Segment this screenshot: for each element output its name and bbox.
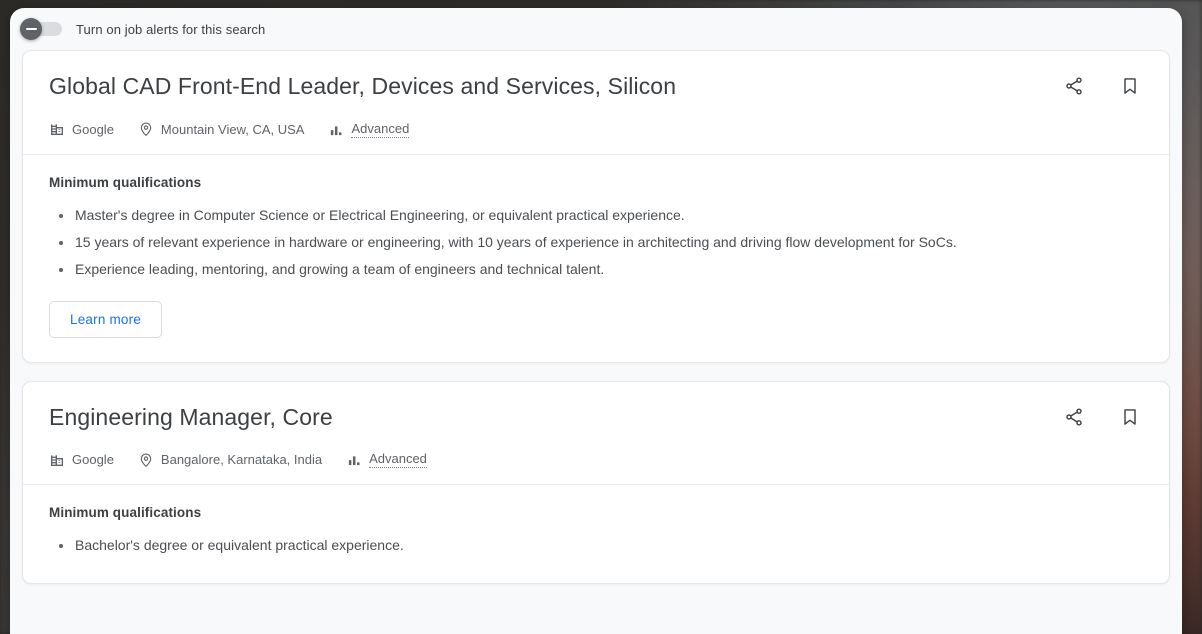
job-card-body: Minimum qualifications Master's degree i… [23, 155, 1169, 362]
job-alerts-toggle[interactable] [20, 18, 64, 40]
qualifications-heading: Minimum qualifications [49, 174, 202, 190]
job-meta-label: Mountain View, CA, USA [160, 121, 305, 137]
job-card-2[interactable]: Engineering Manager, Core Google Bangalor… [22, 380, 1170, 585]
job-meta-label: Google [72, 452, 114, 468]
job-meta-row: Google Bangalore, Karnataka, India Advance… [49, 451, 1143, 469]
share-icon[interactable] [1061, 404, 1087, 430]
job-meta-label: Bangalore, Karnataka, India [160, 452, 323, 468]
job-meta-item: Google [49, 121, 114, 137]
qualification-item: Master's degree in Computer Science or E… [51, 202, 1143, 229]
job-meta-row: Google Mountain View, CA, USA Advanced [49, 121, 1143, 138]
job-card-actions [1061, 73, 1143, 99]
job-meta-item: Bangalore, Karnataka, India [138, 452, 322, 468]
job-card-header: Global CAD Front-End Leader, Devices and… [23, 51, 1169, 155]
qualifications-list: Bachelor's degree or equivalent practica… [51, 532, 1143, 559]
job-meta-label: Google [72, 121, 114, 137]
job-meta-item: Mountain View, CA, USA [138, 121, 305, 137]
job-alerts-label: Turn on job alerts for this search [76, 21, 266, 37]
location-pin-icon [138, 121, 154, 137]
bar-chart-icon [328, 121, 344, 137]
qualifications-heading: Minimum qualifications [49, 505, 202, 521]
bookmark-icon[interactable] [1117, 404, 1143, 430]
location-pin-icon [138, 452, 154, 468]
job-meta-label[interactable]: Advanced [369, 451, 427, 469]
job-title[interactable]: Global CAD Front-End Leader, Devices and… [49, 73, 1143, 101]
job-alerts-bar: Turn on job alerts for this search [10, 8, 1182, 50]
job-card-body: Minimum qualifications Bachelor's degree… [23, 485, 1169, 583]
learn-more-button[interactable]: Learn more [49, 300, 163, 338]
toggle-knob-off-icon [20, 18, 42, 40]
job-card-1[interactable]: Global CAD Front-End Leader, Devices and… [22, 50, 1170, 363]
job-card-actions [1061, 404, 1143, 430]
qualification-item: 15 years of relevant experience in hardw… [51, 229, 1143, 256]
company-icon [49, 452, 65, 468]
bookmark-icon[interactable] [1117, 73, 1143, 99]
qualification-item: Bachelor's degree or equivalent practica… [51, 532, 1143, 559]
job-results-panel: Turn on job alerts for this search Globa… [10, 8, 1182, 634]
qualifications-list: Master's degree in Computer Science or E… [51, 202, 1143, 283]
bar-chart-icon [346, 452, 362, 468]
company-icon [49, 121, 65, 137]
job-card-header: Engineering Manager, Core Google Bangalor… [23, 382, 1169, 486]
job-meta-item[interactable]: Advanced [346, 451, 427, 469]
job-meta-item[interactable]: Advanced [328, 121, 410, 138]
job-title[interactable]: Engineering Manager, Core [49, 404, 1143, 432]
job-card-list: Global CAD Front-End Leader, Devices and… [10, 50, 1182, 585]
job-meta-item: Google [49, 452, 114, 468]
job-meta-label[interactable]: Advanced [351, 121, 410, 138]
qualification-item: Experience leading, mentoring, and growi… [51, 256, 1143, 283]
share-icon[interactable] [1061, 73, 1087, 99]
